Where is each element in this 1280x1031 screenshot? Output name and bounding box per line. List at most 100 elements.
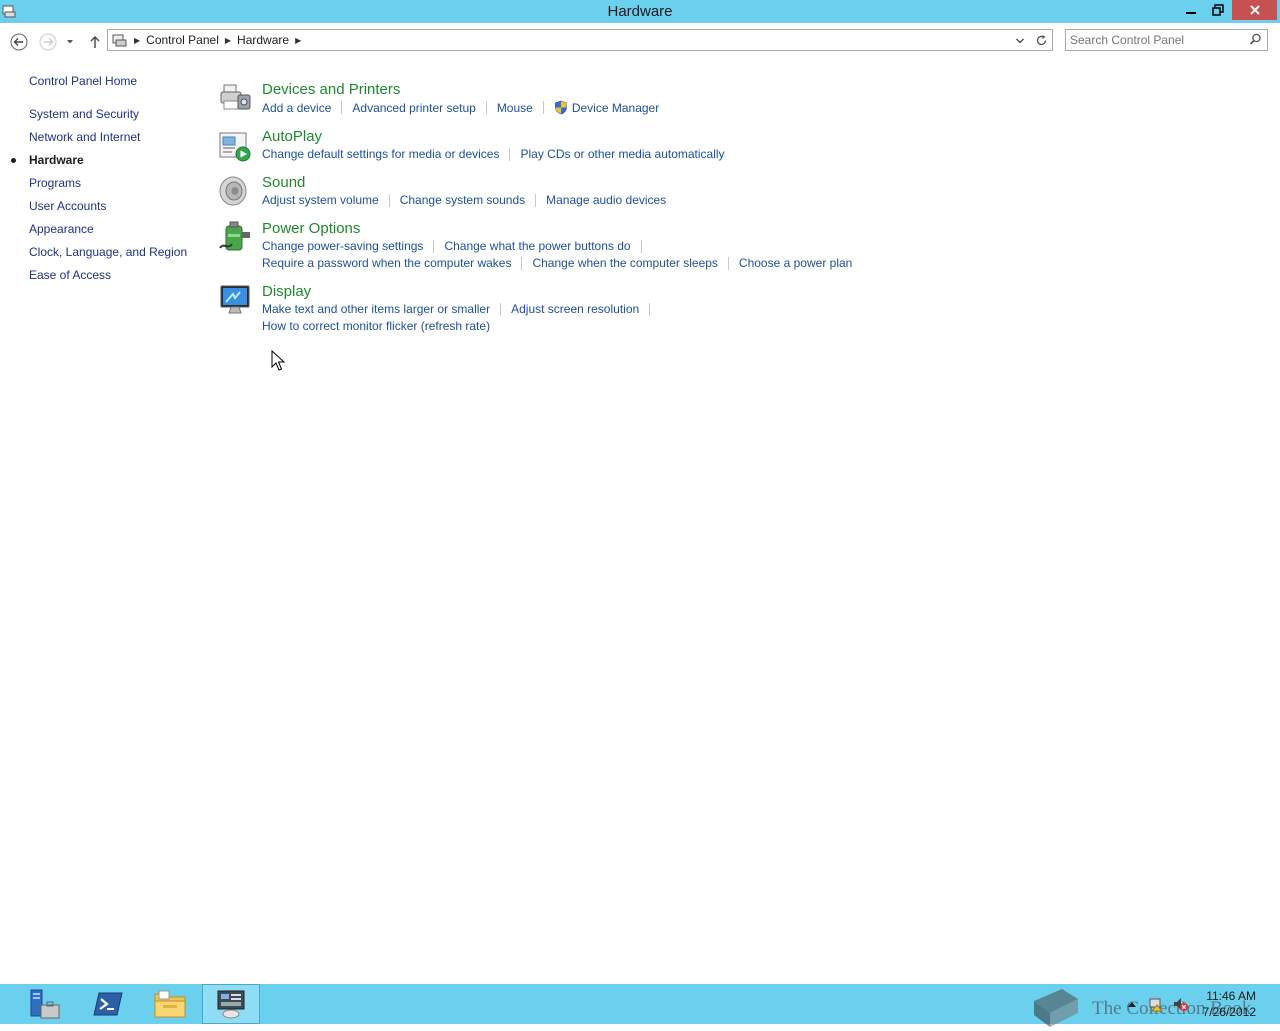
- change-default-media-settings-link[interactable]: Change default settings for media or dev…: [262, 147, 499, 161]
- breadcrumb-separator-icon[interactable]: ▶: [134, 36, 140, 45]
- nav-programs[interactable]: Programs: [29, 176, 81, 190]
- choose-power-plan-link[interactable]: Choose a power plan: [739, 256, 852, 270]
- breadcrumb-separator-icon[interactable]: ▶: [295, 36, 301, 45]
- nav-control-panel-home[interactable]: Control Panel Home: [29, 74, 137, 88]
- nav-ease-of-access[interactable]: Ease of Access: [29, 268, 111, 282]
- back-button[interactable]: [10, 33, 28, 51]
- breadcrumb-hardware[interactable]: Hardware: [237, 33, 289, 47]
- nav-hardware-current[interactable]: Hardware: [11, 153, 84, 167]
- book-logo-icon: [1034, 989, 1078, 1027]
- file-explorer-taskbar-button[interactable]: [141, 984, 199, 1024]
- advanced-printer-setup-link[interactable]: Advanced printer setup: [352, 101, 475, 115]
- link-separator: [433, 239, 435, 253]
- minimize-button[interactable]: [1178, 0, 1204, 20]
- volume-tray-icon[interactable]: [1172, 996, 1188, 1012]
- current-page-bullet-icon: [11, 158, 16, 163]
- change-system-sounds-link[interactable]: Change system sounds: [400, 193, 525, 207]
- correct-monitor-flicker-link[interactable]: How to correct monitor flicker (refresh …: [262, 319, 490, 333]
- nav-system-and-security[interactable]: System and Security: [29, 107, 139, 121]
- search-icon[interactable]: [1249, 33, 1262, 46]
- powershell-icon: [93, 992, 123, 1016]
- search-box[interactable]: [1065, 29, 1268, 51]
- nav-clock-language-region[interactable]: Clock, Language, and Region: [29, 245, 187, 259]
- show-hidden-icons-button[interactable]: [1124, 996, 1140, 1012]
- speaker-muted-icon: [1174, 998, 1188, 1011]
- powershell-taskbar-button[interactable]: [79, 984, 137, 1024]
- speaker-icon[interactable]: [218, 174, 252, 208]
- breadcrumb-separator-icon[interactable]: ▶: [225, 36, 231, 45]
- link-separator: [727, 256, 729, 270]
- sound-link[interactable]: Sound: [262, 174, 305, 191]
- forward-arrow-icon: [39, 33, 57, 51]
- chevron-up-icon: [1128, 1002, 1136, 1007]
- up-arrow-icon: [90, 36, 100, 48]
- link-separator: [521, 256, 523, 270]
- shield-icon: [554, 100, 567, 115]
- title-bar[interactable]: Hardware: [0, 0, 1280, 23]
- link-separator: [388, 193, 390, 207]
- recent-locations-button[interactable]: [63, 33, 77, 51]
- forward-button[interactable]: [39, 33, 57, 51]
- restore-button[interactable]: [1205, 0, 1231, 20]
- minimize-icon: [1186, 12, 1196, 14]
- control-panel-icon: [112, 34, 127, 47]
- address-dropdown-icon[interactable]: [1015, 36, 1025, 46]
- display-monitor-icon[interactable]: [218, 283, 252, 317]
- require-password-on-wake-link[interactable]: Require a password when the computer wak…: [262, 256, 511, 270]
- category-power-options: Power Options Change power-saving settin…: [218, 220, 918, 280]
- search-input[interactable]: [1070, 32, 1240, 48]
- link-separator: [542, 101, 544, 114]
- clock-date: 7/26/2012: [1202, 1005, 1256, 1019]
- nav-appearance[interactable]: Appearance: [29, 222, 94, 236]
- play-cds-automatically-link[interactable]: Play CDs or other media automatically: [520, 147, 724, 161]
- mouse-link[interactable]: Mouse: [497, 101, 533, 115]
- link-separator: [500, 302, 502, 316]
- up-button[interactable]: [86, 33, 104, 51]
- devices-and-printers-link[interactable]: Devices and Printers: [262, 81, 400, 98]
- printer-devices-icon[interactable]: [218, 81, 252, 115]
- taskbar: The Collection Book 11:46 AM 7/26/2012: [0, 984, 1280, 1027]
- adjust-screen-resolution-link[interactable]: Adjust screen resolution: [511, 302, 639, 316]
- autoplay-link[interactable]: AutoPlay: [262, 128, 322, 145]
- control-panel-taskbar-button[interactable]: [202, 984, 260, 1024]
- restore-icon: [1212, 4, 1224, 16]
- device-manager-link[interactable]: Device Manager: [572, 101, 659, 115]
- autoplay-icon[interactable]: [218, 128, 252, 162]
- back-arrow-icon: [10, 33, 28, 51]
- breadcrumb-control-panel[interactable]: Control Panel: [146, 33, 219, 47]
- category-devices-and-printers: Devices and Printers Add a device Advanc…: [218, 81, 918, 126]
- close-button[interactable]: [1232, 0, 1277, 20]
- close-icon: [1249, 5, 1260, 15]
- address-bar[interactable]: ▶ Control Panel ▶ Hardware ▶: [107, 29, 1053, 51]
- category-autoplay: AutoPlay Change default settings for med…: [218, 128, 918, 173]
- refresh-icon[interactable]: [1035, 34, 1048, 47]
- adjust-system-volume-link[interactable]: Adjust system volume: [262, 193, 379, 207]
- link-separator: [341, 101, 343, 114]
- chevron-down-icon: [67, 40, 73, 44]
- add-a-device-link[interactable]: Add a device: [262, 101, 331, 115]
- change-power-saving-settings-link[interactable]: Change power-saving settings: [262, 239, 423, 253]
- nav-network-and-internet[interactable]: Network and Internet: [29, 130, 140, 144]
- change-when-computer-sleeps-link[interactable]: Change when the computer sleeps: [532, 256, 717, 270]
- network-warning-icon: [1149, 998, 1164, 1012]
- nav-hardware-label: Hardware: [29, 153, 84, 167]
- system-clock[interactable]: 11:46 AM 7/26/2012: [1196, 988, 1256, 1020]
- link-separator: [640, 239, 642, 253]
- server-manager-taskbar-button[interactable]: [15, 984, 73, 1024]
- network-tray-icon[interactable]: [1148, 996, 1164, 1012]
- display-link[interactable]: Display: [262, 283, 311, 300]
- manage-audio-devices-link[interactable]: Manage audio devices: [546, 193, 666, 207]
- clock-time: 11:46 AM: [1206, 989, 1256, 1003]
- make-text-larger-link[interactable]: Make text and other items larger or smal…: [262, 302, 490, 316]
- nav-user-accounts[interactable]: User Accounts: [29, 199, 106, 213]
- control-panel-icon: [217, 990, 245, 1019]
- link-separator: [485, 101, 487, 114]
- link-separator: [509, 147, 511, 161]
- link-separator: [535, 193, 537, 207]
- power-options-link[interactable]: Power Options: [262, 220, 360, 237]
- window-title: Hardware: [607, 3, 673, 20]
- power-options-icon[interactable]: [218, 220, 252, 254]
- folder-icon: [154, 990, 186, 1018]
- change-power-buttons-link[interactable]: Change what the power buttons do: [444, 239, 630, 253]
- server-manager-icon: [30, 989, 60, 1019]
